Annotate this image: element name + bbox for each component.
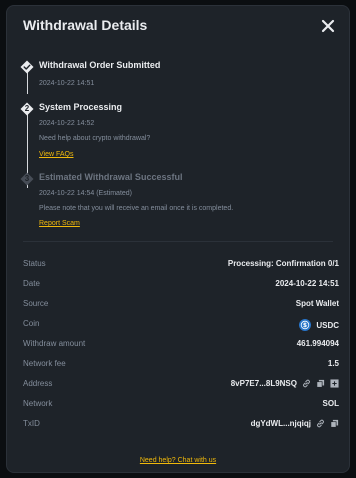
step-title: Withdrawal Order Submitted [39, 60, 161, 70]
detail-value: Spot Wallet [295, 299, 339, 308]
step-note: Need help about crypto withdrawal? [39, 135, 151, 142]
detail-label: Source [23, 299, 49, 308]
step-time: 2024-10-22 14:51 [39, 80, 95, 87]
detail-row-status: Status Processing: Confirmation 0/1 [23, 256, 339, 272]
detail-row-date: Date 2024-10-22 14:51 [23, 276, 339, 292]
detail-value: dgYdWL...njqiqj [251, 419, 339, 428]
detail-value: $ USDC [299, 319, 339, 331]
detail-row-amount: Withdraw amount 461.994094 [23, 336, 339, 352]
withdrawal-details-modal: Withdrawal Details Withdrawal Order Subm… [6, 5, 350, 473]
copy-icon[interactable] [316, 379, 325, 388]
detail-row-source: Source Spot Wallet [23, 296, 339, 312]
step-number-badge: 2 [20, 102, 34, 116]
add-address-icon[interactable] [330, 379, 339, 388]
withdrawal-timeline: Withdrawal Order Submitted 2024-10-22 14… [19, 54, 339, 240]
detail-label: Status [23, 259, 46, 268]
detail-value: 1.5 [327, 359, 339, 368]
detail-label: Coin [23, 319, 40, 328]
detail-value: Processing: Confirmation 0/1 [227, 259, 339, 268]
link-icon[interactable] [316, 419, 325, 428]
copy-icon[interactable] [330, 419, 339, 428]
checkmark-icon [20, 60, 34, 74]
detail-value: 461.994094 [296, 339, 339, 348]
detail-row-coin: Coin $ USDC [23, 316, 339, 332]
detail-label: TxID [23, 419, 40, 428]
link-icon[interactable] [302, 379, 311, 388]
detail-value: 8vP7E7...8L9NSQ [231, 379, 339, 388]
step-title: System Processing [39, 102, 123, 112]
detail-row-fee: Network fee 1.5 [23, 356, 339, 372]
step-time: 2024-10-22 14:54 (Estimated) [39, 190, 132, 197]
step-number-badge: 3 [20, 172, 34, 186]
usdc-coin-icon: $ [299, 319, 312, 331]
modal-title: Withdrawal Details [23, 17, 148, 33]
detail-row-network: Network SOL [23, 396, 339, 412]
section-divider [23, 241, 333, 242]
detail-value: 2024-10-22 14:51 [275, 279, 339, 288]
report-scam-link[interactable]: Report Scam [39, 220, 80, 227]
detail-row-address: Address 8vP7E7...8L9NSQ [23, 376, 339, 392]
detail-label: Address [23, 379, 53, 388]
modal-header: Withdrawal Details [7, 6, 349, 46]
detail-label: Network [23, 399, 53, 408]
step-title: Estimated Withdrawal Successful [39, 172, 183, 182]
step-time: 2024-10-22 14:52 [39, 120, 95, 127]
detail-label: Withdraw amount [23, 339, 86, 348]
svg-text:$: $ [303, 322, 307, 329]
close-icon[interactable] [319, 17, 337, 35]
step-note: Please note that you will receive an ema… [39, 205, 234, 212]
detail-value: SOL [322, 399, 339, 408]
help-footer: Need help? Chat with us [7, 449, 349, 467]
detail-label: Network fee [23, 359, 66, 368]
detail-label: Date [23, 279, 40, 288]
view-faqs-link[interactable]: View FAQs [39, 151, 74, 158]
chat-support-link[interactable]: Need help? Chat with us [140, 457, 216, 464]
detail-row-txid: TxID dgYdWL...njqiqj [23, 416, 339, 432]
